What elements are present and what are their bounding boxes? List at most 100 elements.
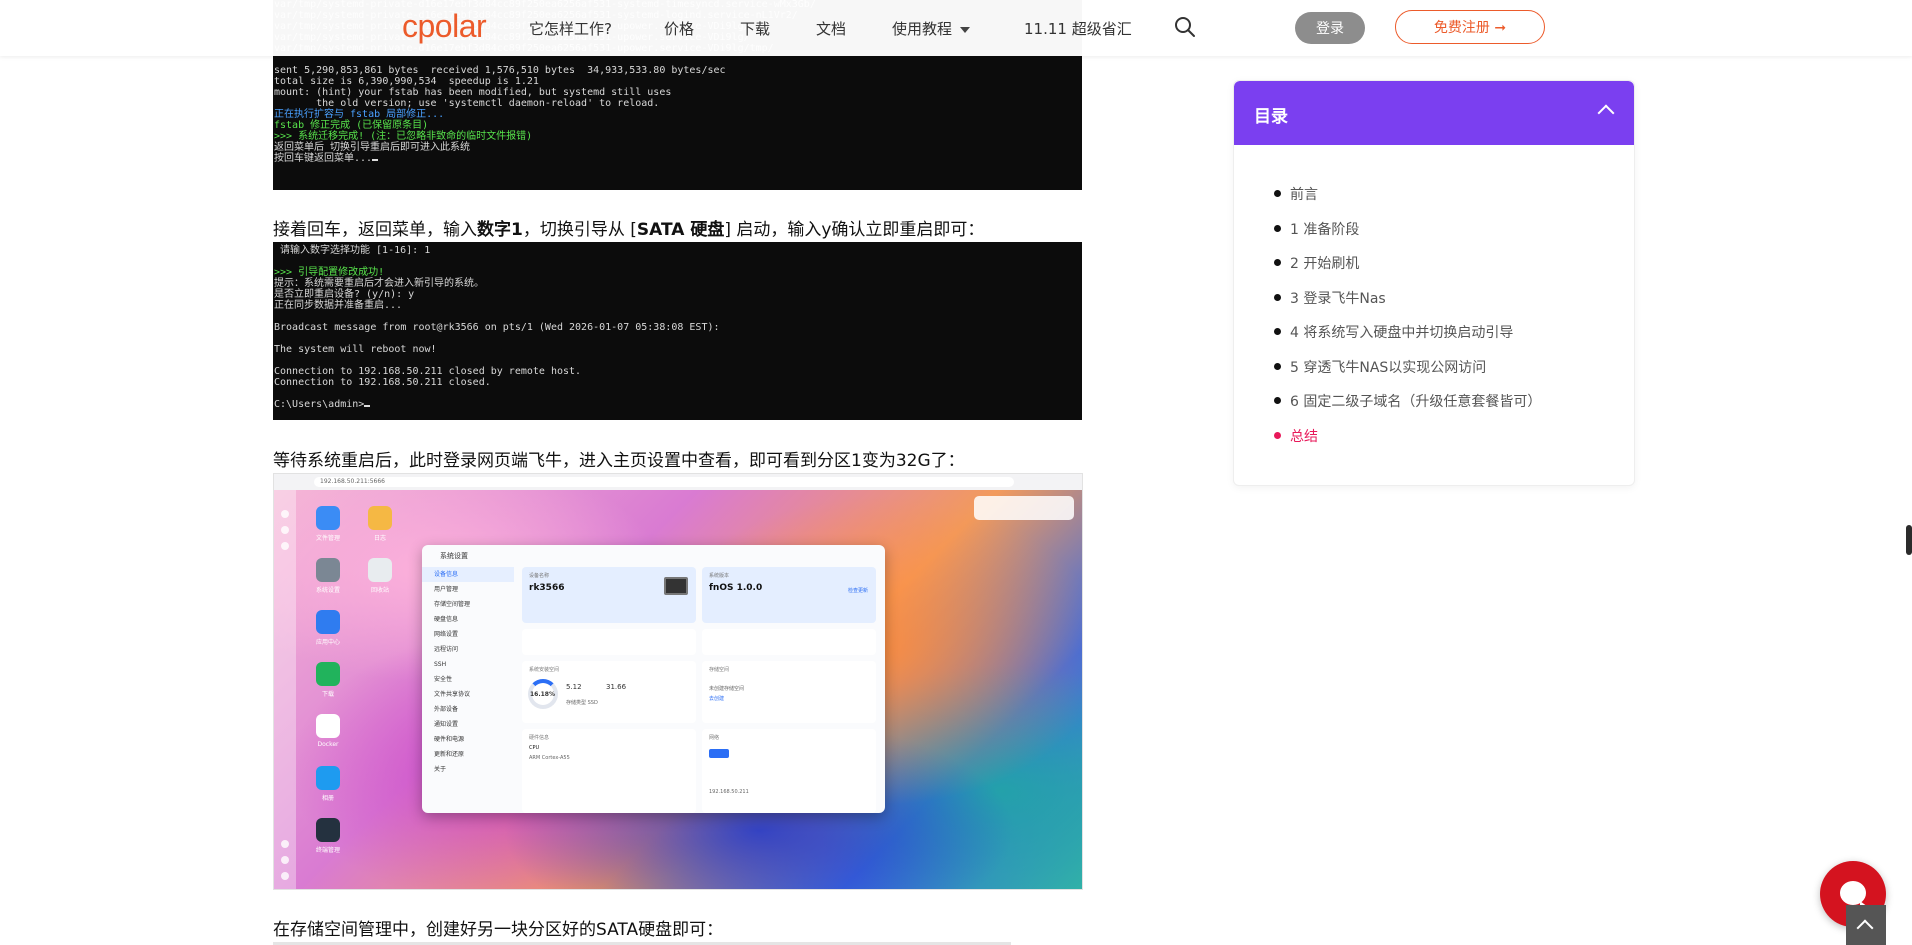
dialog-menu-item: 硬件和电源 bbox=[434, 736, 465, 743]
browser-address-bar: 192.168.50.211:5666 bbox=[314, 477, 1014, 487]
toc-header[interactable]: 目录 bbox=[1234, 81, 1634, 145]
remote-card bbox=[522, 629, 696, 655]
storage-title: 系统安装空间 bbox=[529, 667, 560, 673]
nav-how-it-works[interactable]: 它怎样工作? bbox=[529, 18, 612, 39]
terminal-line: 正在执行扩容与 fstab 局部修正... bbox=[274, 109, 445, 120]
desktop-icon-settings: 系统设置 bbox=[298, 558, 358, 594]
chevron-down-icon bbox=[960, 26, 971, 33]
para1-text-a: 接着回车，返回菜单，输入 bbox=[273, 220, 477, 240]
photo-icon bbox=[316, 766, 340, 790]
chat-bubble-icon bbox=[1840, 881, 1868, 907]
rail-dot-icon bbox=[281, 840, 289, 848]
desktop-icon-label: 相册 bbox=[321, 795, 334, 802]
system-settings-dialog: 系统设置 设备信息 用户管理 存储空间管理 硬盘信息 网络设置 远程访问 SSH 安全性 文件共… bbox=[422, 545, 885, 813]
toc-title: 目录 bbox=[1254, 107, 1288, 127]
terminal-line: The system will reboot now! bbox=[274, 344, 437, 355]
back-to-top-button[interactable] bbox=[1846, 905, 1886, 945]
os-version-card: 系统版本 fnOS 1.0.0 检查更新 bbox=[702, 567, 876, 623]
nav-docs[interactable]: 文档 bbox=[816, 18, 846, 39]
signup-button[interactable]: 免费注册 ➞ bbox=[1395, 10, 1545, 44]
dialog-menu-item: 安全性 bbox=[434, 676, 453, 683]
terminal-line: total size is 6,390,990,534 speedup is 1… bbox=[274, 76, 539, 87]
download-icon bbox=[316, 662, 340, 686]
terminal-line: >>> 引导配置修改成功! bbox=[274, 267, 385, 278]
desktop-icon-label: 系统设置 bbox=[315, 587, 340, 594]
os-label: 系统版本 bbox=[709, 573, 730, 579]
terminal-line: the old version; use 'systemctl daemon-r… bbox=[274, 98, 660, 109]
storage-percent: 16.18% bbox=[530, 691, 555, 698]
nav-pricing[interactable]: 价格 bbox=[664, 18, 694, 39]
dialog-menu-item: 外部设备 bbox=[434, 706, 459, 713]
network-ip: 192.168.50.211 bbox=[709, 789, 749, 795]
dialog-menu-item: 存储空间管理 bbox=[434, 601, 471, 608]
rail-dot-icon bbox=[281, 510, 289, 518]
terminal-line: 请输入数字选择功能 [1-16]: 1 bbox=[274, 245, 431, 256]
terminal-line: C:\Users\admin> bbox=[274, 399, 1082, 410]
terminal-screenshot-2: 请输入数字选择功能 [1-16]: 1 >>> 引导配置修改成功! 提示：系统需要重… bbox=[273, 242, 1082, 420]
storage-manager-card: 存储空间 未创建存储空间 去创建 bbox=[702, 661, 876, 723]
device-label: 设备名称 bbox=[529, 573, 550, 579]
app-store-icon bbox=[316, 610, 340, 634]
dialog-menu-item: 设备信息 bbox=[422, 567, 514, 582]
desktop-icon-docker: Docker bbox=[298, 714, 358, 748]
chevron-up-icon[interactable] bbox=[1597, 104, 1615, 122]
desktop-icon-label: 应用中心 bbox=[315, 639, 340, 646]
para1-text-c: ] 启动，输入y确认立即重启即可： bbox=[724, 220, 985, 240]
terminal-line: 提示：系统需要重启后才会进入新引导的系统。 bbox=[274, 278, 484, 289]
dialog-sidebar: 设备信息 用户管理 存储空间管理 硬盘信息 网络设置 远程访问 SSH 安全性 文件共享协议 外部… bbox=[422, 567, 514, 813]
toc-item[interactable]: 6 固定二级子域名（升级任意套餐皆可） bbox=[1274, 391, 1541, 426]
docker-icon bbox=[316, 714, 340, 738]
page-scrollbar-thumb[interactable] bbox=[1906, 525, 1912, 555]
login-button[interactable]: 登录 bbox=[1295, 12, 1365, 44]
dialog-title: 系统设置 bbox=[440, 552, 468, 560]
dialog-menu-item: 硬盘信息 bbox=[434, 616, 459, 623]
paragraph-create-storage: 在存储空间管理中，创建好另一块分区好的SATA硬盘即可： bbox=[273, 920, 724, 940]
terminal-line: 按回车键返回菜单... bbox=[274, 153, 816, 164]
desktop-icon-app-center: 应用中心 bbox=[298, 610, 358, 646]
search-icon[interactable] bbox=[1174, 16, 1196, 38]
system-storage-card: 系统安装空间 16.18% 5.12 31.66 存储类型 SSD bbox=[522, 661, 696, 723]
terminal-line: 是否立即重启设备? (y/n): y bbox=[274, 289, 415, 300]
nav-tutorials[interactable]: 使用教程 bbox=[892, 18, 971, 39]
toc-item[interactable]: 总结 bbox=[1274, 426, 1541, 461]
network-tab bbox=[709, 749, 729, 758]
terminal-cursor bbox=[372, 159, 379, 161]
terminal-line: sent 5,290,853,861 bytes received 1,576,… bbox=[274, 65, 726, 76]
desktop-icon-label: Docker bbox=[317, 741, 339, 748]
toc-item[interactable]: 1 准备阶段 bbox=[1274, 219, 1541, 254]
storage-type: 存储类型 SSD bbox=[566, 700, 598, 706]
device-name: rk3566 bbox=[529, 583, 565, 593]
paragraph-wait-reboot: 等待系统重启后，此时登录网页端飞牛，进入主页设置中查看，即可看到分区1变为32G… bbox=[273, 451, 965, 471]
rail-dot-icon bbox=[281, 526, 289, 534]
storage-used: 5.12 bbox=[566, 683, 582, 691]
os-update-link: 检查更新 bbox=[847, 588, 868, 594]
toc-item[interactable]: 2 开始刷机 bbox=[1274, 253, 1541, 288]
terminal-line: fstab 修正完成 (已保留原条目) bbox=[274, 120, 429, 131]
log-icon bbox=[368, 506, 392, 530]
terminal-icon bbox=[316, 818, 340, 842]
terminal-line: 返回菜单后 切换引导重启后即可进入此系统 bbox=[274, 142, 471, 153]
nav-download[interactable]: 下载 bbox=[740, 18, 770, 39]
nav-promo[interactable]: 11.11 超级省汇 bbox=[1024, 18, 1132, 39]
para1-text-b: ，切换引导从 [ bbox=[522, 220, 637, 240]
rail-dot-icon bbox=[281, 542, 289, 550]
toc-item[interactable]: 前言 bbox=[1274, 184, 1541, 219]
terminal-line: >>> 系统迁移完成! (注：已忽略非致命的临时文件报错) bbox=[274, 131, 533, 142]
toc-item[interactable]: 4 将系统写入硬盘中并切换启动引导 bbox=[1274, 322, 1541, 357]
network-card: 网络 192.168.50.211 bbox=[702, 729, 876, 813]
terminal-line: Connection to 192.168.50.211 closed by r… bbox=[274, 366, 582, 377]
toc-item[interactable]: 3 登录飞牛Nas bbox=[1274, 288, 1541, 323]
desktop-icon-label: 回收站 bbox=[370, 587, 389, 594]
desktop-icon-label: 文件管理 bbox=[315, 535, 340, 542]
terminal-line: mount: (hint) your fstab has been modifi… bbox=[274, 87, 672, 98]
desktop-left-rail bbox=[274, 490, 296, 889]
desktop-icon-download: 下载 bbox=[298, 662, 358, 698]
toc-item[interactable]: 5 穿透飞牛NAS以实现公网访问 bbox=[1274, 357, 1541, 392]
para1-bold-a: 数字1 bbox=[477, 220, 523, 240]
cpolar-logo[interactable]: cpolar bbox=[402, 8, 487, 45]
desktop-icon-label: 终端管理 bbox=[315, 847, 340, 854]
rail-dot-icon bbox=[281, 856, 289, 864]
